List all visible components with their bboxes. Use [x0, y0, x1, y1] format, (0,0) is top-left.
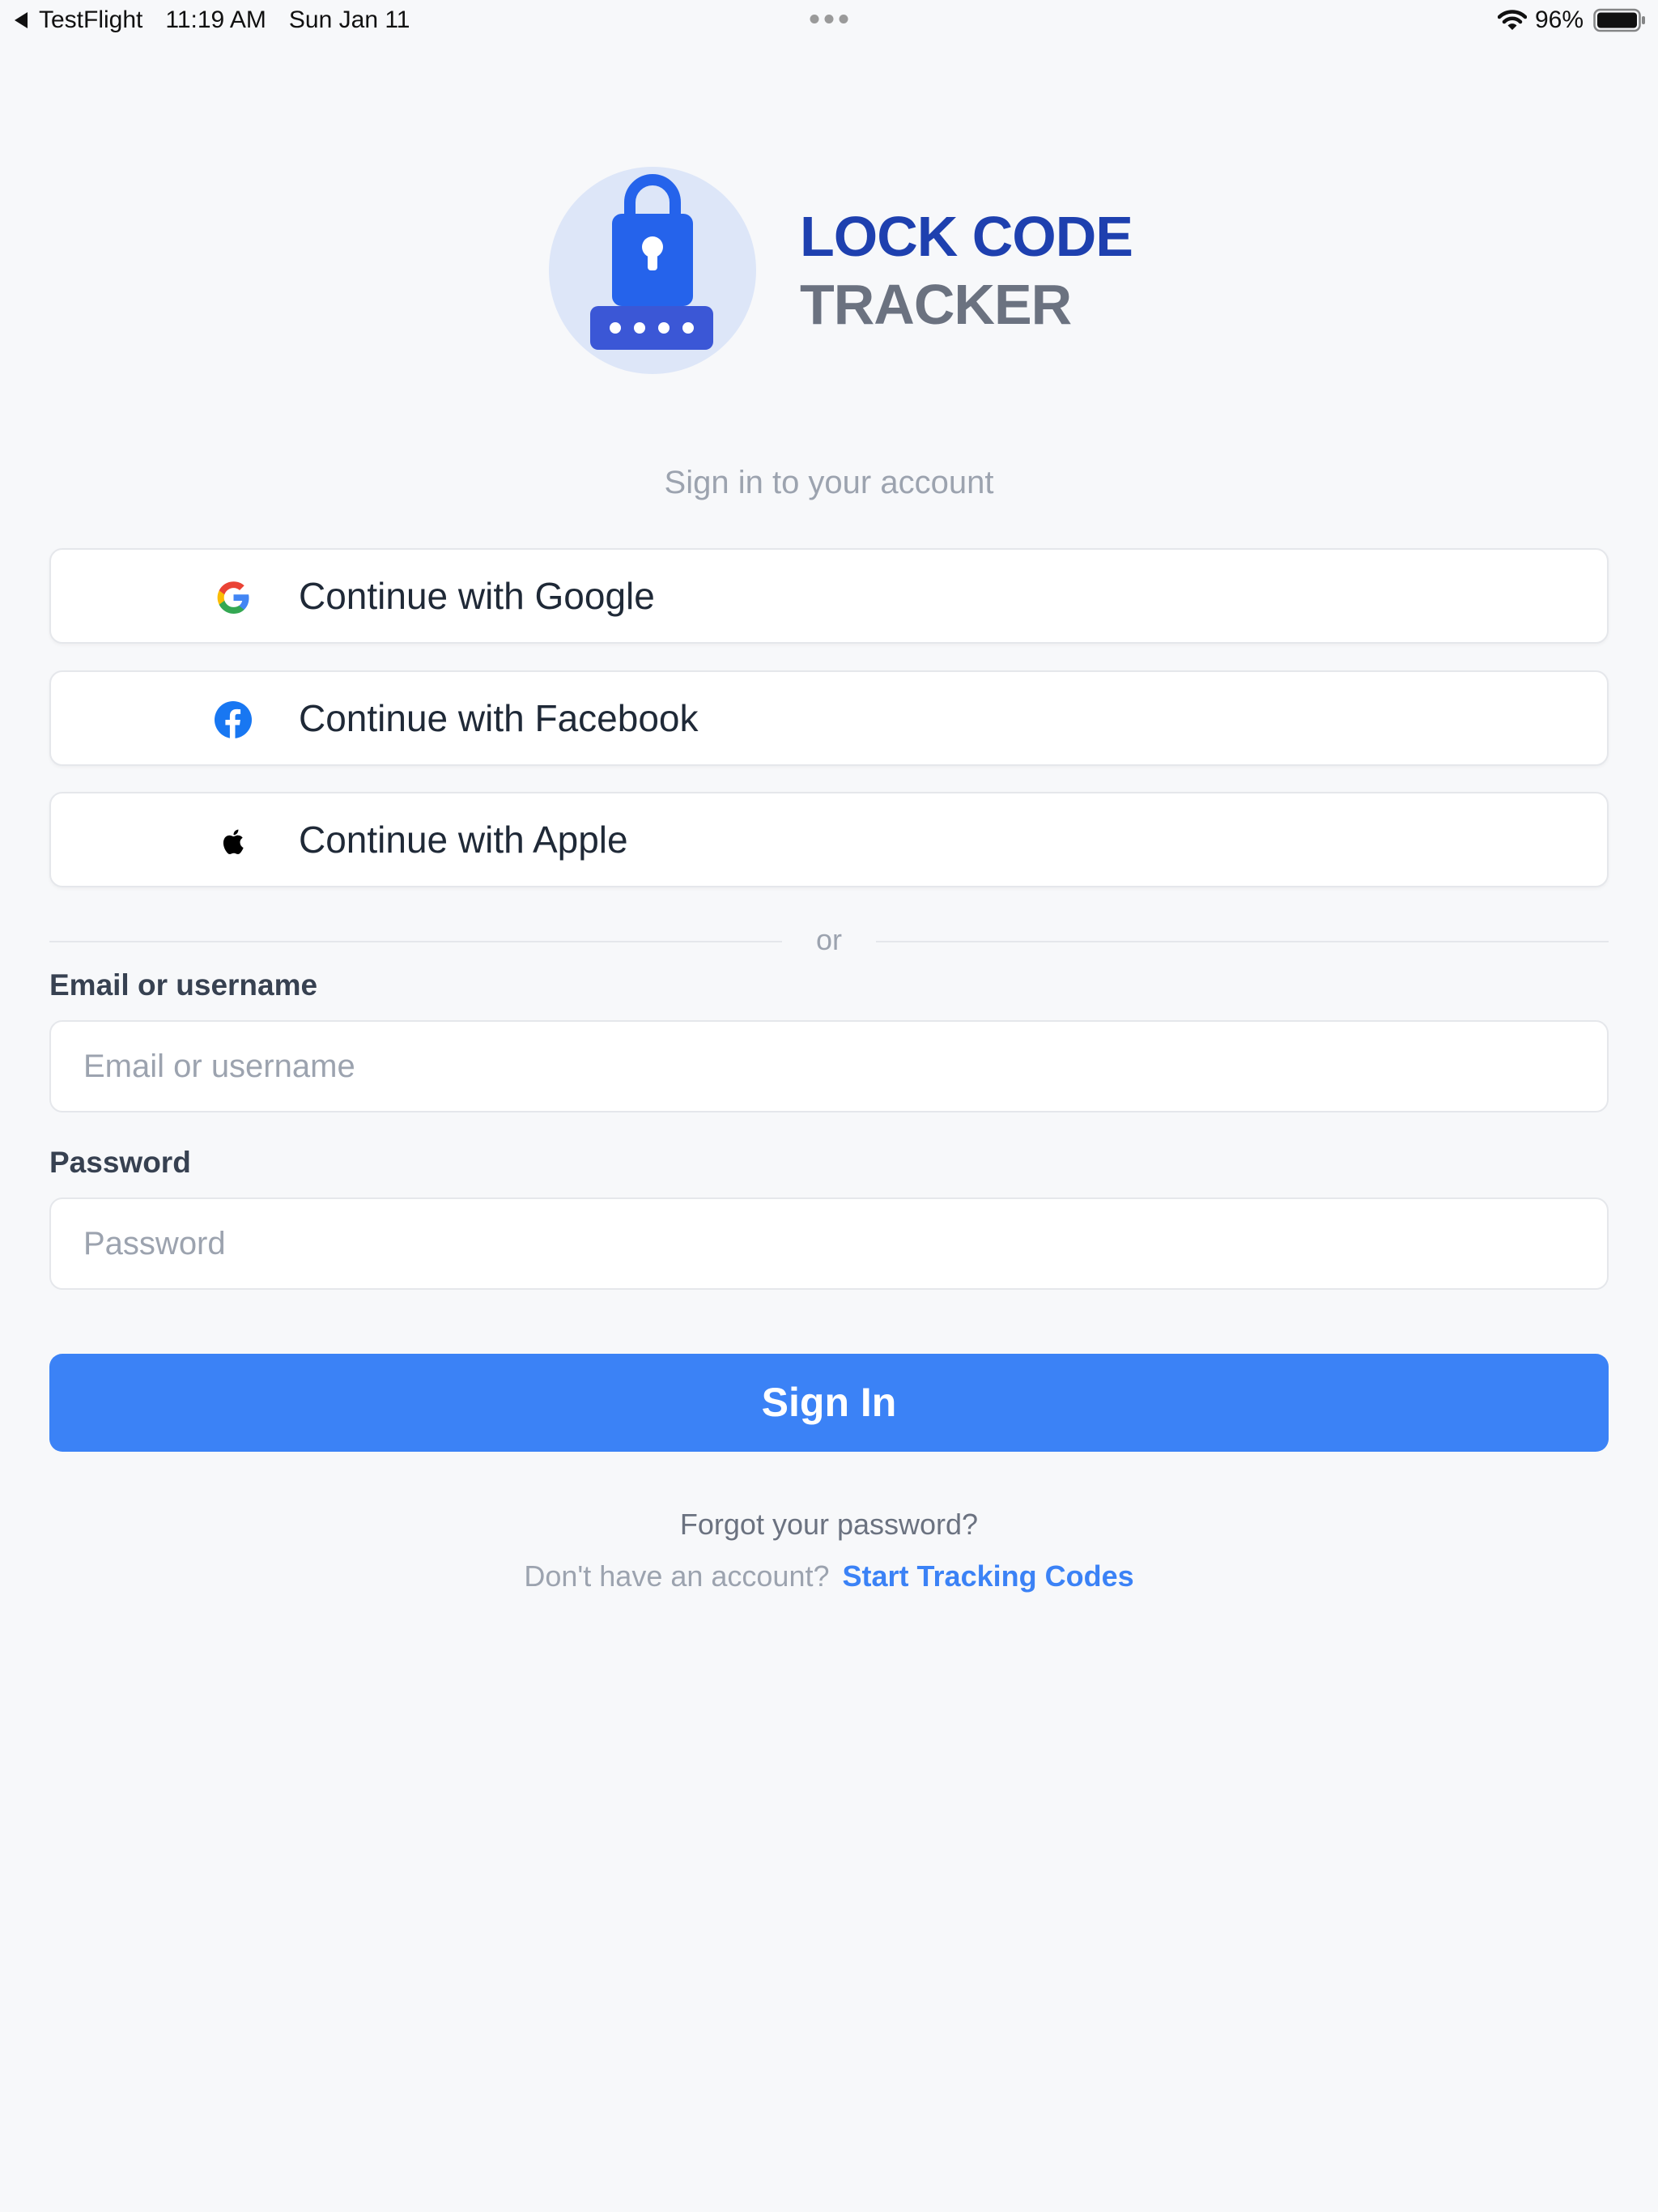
dot	[824, 15, 834, 23]
brand-line-2: TRACKER	[800, 273, 1072, 336]
facebook-button-label: Continue with Facebook	[299, 697, 699, 739]
padlock-with-code-icon	[549, 167, 756, 374]
battery-percent: 96%	[1534, 6, 1584, 33]
sign-in-subtitle: Sign in to your account	[664, 465, 994, 500]
signup-row: Don't have an account? Start Tracking Co…	[0, 1559, 1658, 1593]
google-button-label: Continue with Google	[299, 575, 655, 617]
signup-prompt: Don't have an account?	[524, 1559, 830, 1593]
back-arrow-icon[interactable]	[13, 11, 29, 29]
sign-in-button[interactable]: Sign In	[49, 1354, 1609, 1452]
continue-with-apple-button[interactable]: Continue with Apple	[49, 792, 1609, 887]
email-field[interactable]	[49, 1020, 1609, 1112]
divider-line-right	[876, 941, 1609, 942]
google-icon	[217, 581, 249, 614]
continue-with-google-button[interactable]: Continue with Google	[49, 548, 1609, 644]
more-dots-icon[interactable]	[810, 15, 848, 23]
brand-title: LOCK CODE TRACKER	[800, 202, 1133, 338]
forgot-password-link[interactable]: Forgot your password?	[680, 1508, 978, 1541]
wifi-icon	[1497, 10, 1527, 30]
apple-button-label: Continue with Apple	[299, 819, 628, 861]
status-app-name[interactable]: TestFlight	[39, 6, 142, 34]
status-time: 11:19 AM	[165, 6, 266, 33]
dot	[839, 15, 848, 23]
status-bar: TestFlight 11:19 AM Sun Jan 11 96%	[0, 0, 1658, 40]
status-left[interactable]: TestFlight 11:19 AM Sun Jan 11	[13, 6, 410, 34]
continue-with-facebook-button[interactable]: Continue with Facebook	[49, 670, 1609, 766]
email-field-label: Email or username	[49, 968, 318, 1002]
facebook-icon	[215, 701, 252, 738]
login-screen: TestFlight 11:19 AM Sun Jan 11 96% LOCK …	[0, 0, 1658, 2212]
status-right: 96%	[1497, 6, 1647, 34]
brand-line-1: LOCK CODE	[800, 205, 1133, 268]
password-field[interactable]	[49, 1197, 1609, 1290]
apple-icon	[223, 829, 244, 854]
dot	[810, 15, 819, 23]
start-tracking-codes-link[interactable]: Start Tracking Codes	[843, 1559, 1134, 1593]
divider-or: or	[815, 923, 842, 956]
battery-icon	[1593, 8, 1645, 32]
status-date: Sun Jan 11	[288, 6, 410, 33]
forgot-password-row: Forgot your password?	[0, 1508, 1658, 1542]
password-field-label: Password	[49, 1146, 191, 1179]
